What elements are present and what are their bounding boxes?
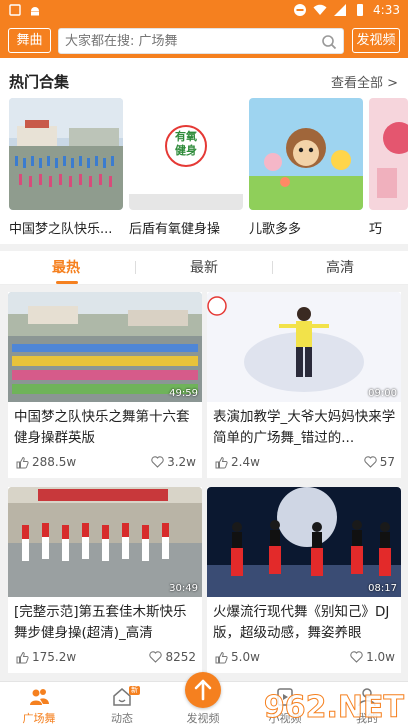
video-duration: 30:49	[169, 583, 198, 594]
status-bar: 4:33	[0, 0, 408, 22]
video-thumbnail: 08:17	[207, 487, 401, 597]
collection-thumbnail	[249, 98, 363, 210]
hot-collection-title: 热门合集	[9, 73, 70, 91]
hot-collection-card[interactable]: 有氧健身 后盾有氧健身操	[129, 98, 243, 237]
tab-hd[interactable]: 高清	[326, 257, 354, 277]
nav-feed[interactable]: 新 动态	[87, 686, 157, 726]
site-watermark: 962.NET	[263, 690, 404, 726]
post-video-fab[interactable]	[185, 672, 221, 708]
post-video-button[interactable]: 发视频	[352, 28, 400, 53]
search-icon[interactable]	[321, 34, 337, 50]
like-count-value: 175.2w	[32, 650, 77, 664]
tab-latest[interactable]: 最新	[190, 257, 218, 277]
tab-divider	[135, 261, 136, 274]
signal-icon	[334, 4, 347, 16]
video-duration: 09:00	[368, 388, 397, 399]
favorite-count-value: 8252	[165, 650, 196, 664]
favorite-count-value: 3.2w	[167, 455, 196, 469]
like-count-value: 5.0w	[231, 650, 260, 664]
status-time: 4:33	[373, 3, 400, 17]
video-card[interactable]: 08:17 火爆流行现代舞《别知己》DJ版，超级动感，舞姿养眼 5.0w 1.0…	[207, 487, 401, 673]
arrow-up-icon	[194, 679, 212, 701]
favorite-count[interactable]: 57	[364, 455, 395, 469]
collection-thumbnail: 有氧健身	[129, 98, 243, 210]
thumbs-up-icon	[16, 456, 29, 468]
dnd-icon	[294, 4, 307, 16]
favorite-count[interactable]: 1.0w	[350, 650, 395, 664]
video-card[interactable]: 09:00 表演加教学_大爷大妈妈快来学简单的广场舞_错过的... 2.4w 5…	[207, 292, 401, 478]
hot-collection-card[interactable]: 儿歌多多	[249, 98, 363, 237]
thumbs-up-icon	[16, 651, 29, 663]
new-badge: 新	[129, 686, 140, 695]
tab-hottest[interactable]: 最热	[52, 257, 80, 277]
heart-icon	[364, 456, 377, 468]
bottom-navigation: 广场舞 新 动态 发视频 小视频 我的 962.NET	[0, 672, 408, 727]
hot-collection-card[interactable]: 中国梦之队快乐...	[9, 98, 123, 237]
collection-thumbnail	[369, 98, 408, 210]
thumbs-up-icon	[215, 651, 228, 663]
collection-label: 儿歌多多	[249, 222, 302, 237]
hot-collection-section: 热门合集 查看全部 > 中国梦之队快乐... 有氧健身 后盾有氧健身操 儿歌多多…	[0, 58, 408, 244]
active-tab-indicator	[56, 281, 78, 284]
heart-icon	[350, 651, 363, 663]
like-count-value: 288.5w	[32, 455, 77, 469]
like-count[interactable]: 2.4w	[215, 455, 260, 469]
video-thumbnail: 09:00	[207, 292, 401, 402]
favorite-count-value: 57	[379, 455, 395, 469]
video-thumbnail: 49:59	[8, 292, 202, 402]
like-count[interactable]: 175.2w	[16, 650, 76, 664]
video-card[interactable]: 49:59 中国梦之队快乐之舞第十六套健身操群英版 288.5w 3.2w	[8, 292, 202, 478]
nav-square-dance[interactable]: 广场舞	[4, 686, 74, 726]
nav-label: 广场舞	[22, 712, 56, 725]
android-icon	[31, 7, 39, 16]
collection-label: 后盾有氧健身操	[129, 222, 221, 237]
favorite-count-value: 1.0w	[366, 650, 395, 664]
thumbs-up-icon	[215, 456, 228, 468]
video-title: 火爆流行现代舞《别知己》DJ版，超级动感，舞姿养眼	[213, 604, 390, 641]
battery-icon	[357, 4, 364, 16]
heart-icon	[149, 651, 163, 663]
notification-icon	[9, 4, 21, 16]
nav-post-video[interactable]: 发视频	[168, 672, 238, 726]
video-card[interactable]: 30:49 [完整示范]第五套佳木斯快乐舞步健身操(超清)_高清 175.2w …	[8, 487, 202, 673]
people-icon	[30, 689, 49, 705]
video-duration: 08:17	[368, 583, 397, 594]
feed-tabs: 最热 最新 高清	[0, 251, 408, 285]
like-count-value: 2.4w	[231, 455, 260, 469]
aerobics-logo: 有氧健身	[175, 130, 197, 157]
like-count[interactable]: 5.0w	[215, 650, 260, 664]
video-thumbnail: 30:49	[8, 487, 202, 597]
collection-label: 巧	[369, 222, 383, 237]
tab-divider	[272, 261, 273, 274]
search-box[interactable]	[58, 28, 344, 54]
nav-label: 动态	[111, 712, 133, 725]
collection-label: 中国梦之队快乐...	[9, 222, 113, 237]
top-header: 舞曲 发视频	[0, 22, 408, 58]
video-title: 表演加教学_大爷大妈妈快来学简单的广场舞_错过的...	[213, 409, 396, 446]
video-title: [完整示范]第五套佳木斯快乐舞步健身操(超清)_高清	[14, 604, 187, 641]
view-all-link[interactable]: 查看全部 >	[331, 72, 398, 91]
video-title: 中国梦之队快乐之舞第十六套健身操群英版	[14, 409, 190, 446]
heart-icon	[151, 456, 164, 468]
wifi-icon	[313, 4, 327, 15]
dance-music-button[interactable]: 舞曲	[8, 28, 51, 53]
favorite-count[interactable]: 8252	[149, 650, 196, 664]
like-count[interactable]: 288.5w	[16, 455, 76, 469]
collection-thumbnail	[9, 98, 123, 210]
favorite-count[interactable]: 3.2w	[151, 455, 196, 469]
nav-label: 发视频	[186, 712, 220, 725]
hot-collection-card[interactable]: 巧	[369, 98, 408, 237]
video-duration: 49:59	[169, 388, 198, 399]
search-input[interactable]	[65, 31, 315, 51]
